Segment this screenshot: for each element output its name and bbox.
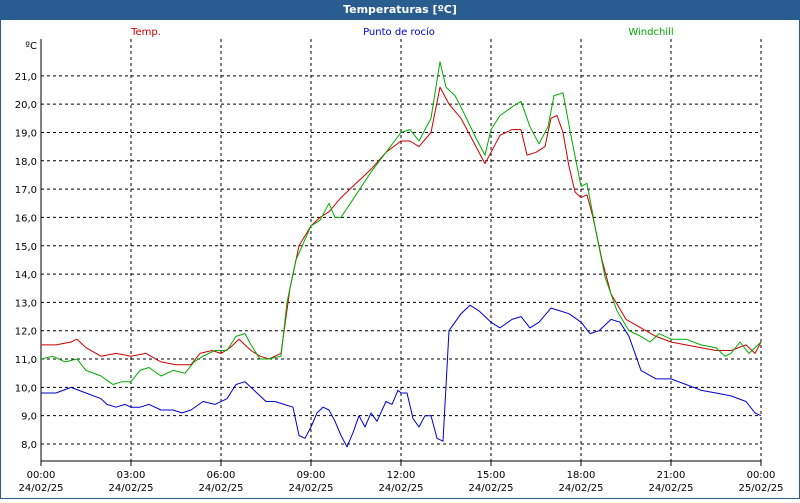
- y-axis-unit-label: ºC: [25, 41, 37, 52]
- chart-title: Temperaturas [ºC]: [343, 3, 457, 16]
- y-tick-label: 16,0: [15, 213, 37, 224]
- x-tick-time-label: 21:00: [657, 470, 686, 481]
- x-tick-time-label: 06:00: [207, 470, 236, 481]
- x-tick-date-label: 24/02/25: [379, 483, 424, 494]
- series-line: [40, 61, 762, 385]
- x-tick-date-label: 24/02/25: [469, 483, 514, 494]
- y-tick-label: 10,0: [15, 383, 37, 394]
- y-tick-label: 9,0: [21, 412, 37, 423]
- chart-title-bar: Temperaturas [ºC]: [0, 0, 800, 20]
- x-tick-time-label: 12:00: [387, 470, 416, 481]
- x-tick-date-label: 24/02/25: [199, 483, 244, 494]
- x-tick-time-label: 03:00: [117, 470, 146, 481]
- y-tick-label: 12,0: [15, 327, 37, 338]
- x-tick-date-label: 24/02/25: [649, 483, 694, 494]
- x-tick-date-label: 24/02/25: [289, 483, 334, 494]
- y-tick-label: 13,0: [15, 298, 37, 309]
- y-tick-label: 15,0: [15, 242, 37, 253]
- temperature-chart: 8,0 9,0 10,0 11,0 12,0 13,0 14,0 15,0 16,0 17,0 18…: [15, 26, 784, 494]
- y-tick-label: 20,0: [15, 100, 37, 111]
- x-tick-time-label: 00:00: [747, 470, 776, 481]
- x-tick-time-label: 09:00: [297, 470, 326, 481]
- x-tick-time-label: 00:00: [27, 470, 56, 481]
- x-tick-date-label: 24/02/25: [559, 483, 604, 494]
- legend-label: Punto de rocío: [363, 26, 435, 38]
- x-tick-date-label: 25/02/25: [739, 483, 784, 494]
- y-tick-label: 14,0: [15, 270, 37, 281]
- x-tick-time-label: 18:00: [567, 470, 596, 481]
- legend-label: Windchill: [628, 27, 673, 38]
- y-tick-label: 8,0: [21, 440, 37, 451]
- x-tick-date-label: 24/02/25: [109, 483, 154, 494]
- x-tick-date-label: 24/02/25: [19, 483, 64, 494]
- legend-label: Temp.: [130, 27, 161, 38]
- y-tick-label: 18,0: [15, 157, 37, 168]
- y-tick-label: 19,0: [15, 128, 37, 139]
- y-tick-label: 21,0: [15, 72, 37, 83]
- y-tick-label: 11,0: [15, 355, 37, 366]
- y-tick-label: 17,0: [15, 185, 37, 196]
- chart-panel: 8,0 9,0 10,0 11,0 12,0 13,0 14,0 15,0 16,0 17,0 18…: [0, 20, 800, 499]
- x-tick-time-label: 15:00: [477, 470, 506, 481]
